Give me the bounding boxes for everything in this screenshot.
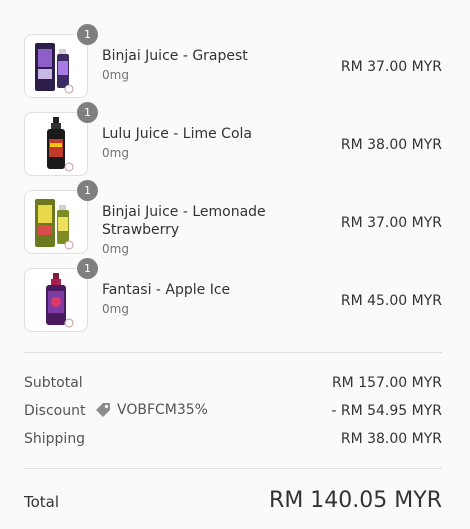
shipping-value: RM 38.00 MYR (340, 431, 442, 447)
product-name: Lulu Juice - Lime Cola 0mg (102, 125, 292, 162)
discount-code-text: VOBFCM35% (117, 402, 208, 418)
product-thumbnail: 1 (24, 258, 98, 332)
discount-row: Discount VOBFCM35% - RM 54.95 MYR (24, 401, 442, 423)
discount-label: Discount (24, 403, 86, 419)
product-variant: 0mg (102, 146, 129, 160)
total-value: RM 140.05 MYR (269, 488, 442, 513)
subtotal-value: RM 157.00 MYR (331, 375, 442, 391)
subtotal-label: Subtotal (24, 375, 83, 391)
product-price: RM 45.00 MYR (340, 293, 442, 309)
section-divider (24, 468, 442, 469)
product-name: Binjai Juice - Grapest 0mg (102, 47, 292, 84)
product-thumbnail: 1 (24, 102, 98, 176)
shipping-row: Shipping RM 38.00 MYR (24, 431, 442, 451)
section-divider (24, 352, 442, 353)
product-variant: 0mg (102, 242, 129, 256)
discount-value: - RM 54.95 MYR (331, 403, 442, 419)
discount-code-tag: VOBFCM35% (94, 401, 208, 419)
product-thumbnail: 1 (24, 180, 98, 254)
quantity-badge: 1 (77, 258, 98, 279)
product-variant: 0mg (102, 302, 129, 316)
product-variant: 0mg (102, 68, 129, 82)
product-line-item: 1 Fantasi - Apple Ice 0mg RM 45.00 MYR (24, 258, 442, 332)
product-line-item: 1 Binjai Juice - Lemonade Strawberry 0mg… (24, 180, 442, 256)
quantity-badge: 1 (77, 24, 98, 45)
shipping-label: Shipping (24, 431, 86, 447)
total-label: Total (24, 493, 60, 511)
product-name: Fantasi - Apple Ice 0mg (102, 281, 292, 318)
product-title: Binjai Juice - Lemonade Strawberry (102, 204, 266, 238)
product-image-icon (46, 273, 74, 328)
product-line-item: 1 Lulu Juice - Lime Cola 0mg RM 38.00 MY… (24, 102, 442, 176)
product-name: Binjai Juice - Lemonade Strawberry 0mg (102, 203, 292, 258)
product-thumbnail: 1 (24, 24, 98, 98)
quantity-badge: 1 (77, 102, 98, 123)
product-price: RM 37.00 MYR (340, 59, 442, 75)
product-image-icon (35, 43, 74, 94)
product-title: Lulu Juice - Lime Cola (102, 126, 252, 142)
product-title: Binjai Juice - Grapest (102, 48, 248, 64)
tag-icon (96, 403, 110, 417)
quantity-badge: 1 (77, 180, 98, 201)
product-price: RM 38.00 MYR (340, 137, 442, 153)
product-title: Fantasi - Apple Ice (102, 282, 231, 298)
product-price: RM 37.00 MYR (340, 215, 442, 231)
product-image-icon (47, 117, 74, 172)
product-line-item: 1 Binjai Juice - Grapest 0mg RM 37.00 MY… (24, 24, 442, 98)
subtotal-row: Subtotal RM 157.00 MYR (24, 375, 442, 395)
product-image-icon (35, 199, 74, 250)
